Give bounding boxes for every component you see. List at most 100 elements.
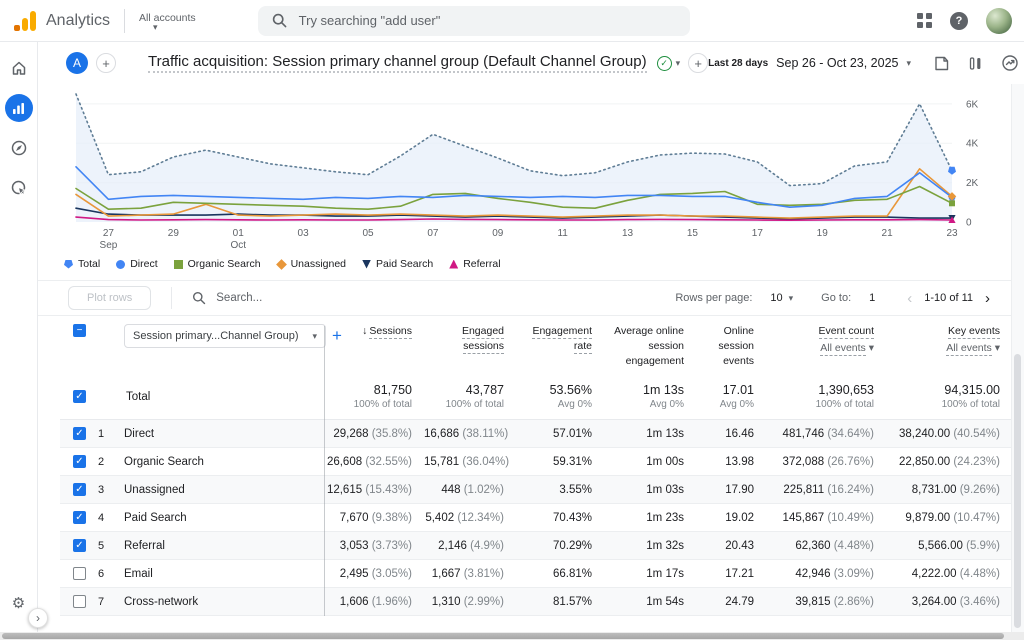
column-header-sessions[interactable]: ↓Sessions [324,324,424,339]
row-checkbox[interactable]: ✓ [73,455,86,468]
comparison-icon[interactable] [967,55,984,72]
column-header-engagement-rate[interactable]: Engagement rate [516,324,604,354]
metric-cell: 4,222.00 (4.48%) [886,568,1012,580]
legend-label: Paid Search [376,258,433,270]
legend-item-total[interactable]: Total [64,258,100,270]
line-chart[interactable]: 02K4K6K27Sep2901Oct030507091113151719212… [60,88,1012,254]
page-title[interactable]: Traffic acquisition: Session primary cha… [148,53,647,73]
row-rank: 1 [98,428,124,440]
prev-page-icon[interactable]: ‹ [903,290,916,307]
date-range-value[interactable]: Sep 26 - Oct 23, 2025 [776,56,898,70]
account-selector[interactable]: All accounts ▾ [139,12,196,30]
row-rank: 7 [98,596,124,608]
chevron-down-icon: ▾ [676,58,681,69]
svg-text:13: 13 [622,228,634,239]
legend-item-direct[interactable]: Direct [116,258,157,270]
report-avatar[interactable]: A [66,52,88,74]
row-checkbox[interactable] [73,567,86,580]
chevron-down-icon: ▾ [153,24,158,30]
chevron-down-icon[interactable]: ▾ [789,293,794,304]
metric-cell: 24.79 [696,596,766,608]
total-metric-cell: 53.56%Avg 0% [516,383,604,410]
metric-cell: 7,670 (9.38%) [324,512,424,524]
select-all-checkbox[interactable]: − [73,324,86,337]
help-icon[interactable]: ? [950,12,968,30]
events-filter-dropdown[interactable]: All events ▾ [886,341,1000,356]
legend-label: Total [78,258,100,270]
search-icon [192,291,206,305]
dimension-selector[interactable]: Session primary...Channel Group) ▾ [124,324,326,348]
events-filter-dropdown[interactable]: All events ▾ [766,341,874,356]
svg-text:Oct: Oct [230,240,246,251]
insights-icon[interactable] [1001,54,1019,72]
total-metric-cell: 1,390,653100% of total [766,383,886,410]
metric-cell: 1m 13s [604,428,696,440]
row-rank: 5 [98,540,124,552]
square-marker-icon [174,260,183,269]
svg-text:29: 29 [168,228,180,239]
metric-cell: 66.81% [516,568,604,580]
pagination-range: 1-10 of 11 [924,292,973,304]
rows-per-page-value[interactable]: 10 [770,292,782,304]
notes-icon[interactable] [933,55,950,72]
global-search-input[interactable]: Try searching "add user" [258,6,690,36]
metric-cell: 70.43% [516,512,604,524]
metric-cell: 38,240.00 (40.54%) [886,428,1012,440]
chevron-down-icon[interactable]: ▾ [906,58,911,69]
home-icon [10,59,28,77]
horizontal-scrollbar-thumb[interactable] [2,633,1004,639]
table-search-input[interactable]: Search... [192,291,675,305]
horizontal-scrollbar[interactable] [0,632,1024,640]
plot-rows-button[interactable]: Plot rows [68,286,151,310]
metric-cell: 26,608 (32.55%) [324,456,424,468]
row-checkbox[interactable]: ✓ [73,483,86,496]
metric-cell: 20.43 [696,540,766,552]
admin-settings-icon[interactable]: ⚙ [12,594,25,612]
row-checkbox[interactable]: ✓ [73,511,86,524]
legend-label: Referral [463,258,500,270]
apps-grid-icon[interactable] [917,13,932,28]
row-checkbox[interactable]: ✓ [73,427,86,440]
add-comparison-button[interactable]: + [96,53,116,73]
metric-cell: 1,606 (1.96%) [324,596,424,608]
total-metric-cell: 17.01Avg 0% [696,383,766,410]
svg-text:4K: 4K [966,139,979,150]
table-row-organic-search: ✓2Organic Search26,608 (32.55%)15,781 (3… [60,448,1024,476]
report-header: A + Traffic acquisition: Session primary… [38,42,1024,84]
legend-item-paid-search[interactable]: Paid Search [362,258,433,270]
next-page-icon[interactable]: › [981,290,994,307]
vertical-scrollbar[interactable] [1011,84,1024,632]
sidebar-item-explore[interactable] [5,134,33,162]
column-header-event-count[interactable]: Event countAll events ▾ [766,324,886,356]
divider [124,9,125,33]
add-report-button[interactable]: + [688,53,708,73]
svg-text:03: 03 [298,228,310,239]
sidebar-item-advertising[interactable] [5,174,33,202]
user-avatar[interactable] [986,8,1012,34]
svg-text:6K: 6K [966,99,979,110]
total-metric-cell: 43,787100% of total [424,383,516,410]
metric-cell: 1m 23s [604,512,696,524]
total-row-checkbox[interactable]: ✓ [73,390,86,403]
report-status-button[interactable]: ✓ ▾ [657,56,681,71]
sidebar-item-home[interactable] [5,54,33,82]
row-rank: 3 [98,484,124,496]
go-to-value[interactable]: 1 [869,292,875,304]
row-checkbox[interactable]: ✓ [73,539,86,552]
legend-item-referral[interactable]: Referral [449,258,500,270]
analytics-logo-icon[interactable] [14,11,36,31]
column-header-engaged-sessions[interactable]: Engaged sessions [424,324,516,354]
metric-cell: 59.31% [516,456,604,468]
svg-text:07: 07 [427,228,439,239]
legend-item-organic-search[interactable]: Organic Search [174,258,261,270]
legend-item-unassigned[interactable]: Unassigned [277,258,346,270]
row-checkbox[interactable] [73,595,86,608]
table-row-cross-network: 7Cross-network1,606 (1.96%)1,310 (2.99%)… [60,588,1024,616]
sidebar-item-reports[interactable] [5,94,33,122]
sidebar-expand-button[interactable]: › [28,608,48,628]
column-header-key-events[interactable]: Key eventsAll events ▾ [886,324,1012,356]
metric-cell: 8,731.00 (9.26%) [886,484,1012,496]
vertical-scrollbar-thumb[interactable] [1014,354,1021,628]
metric-cell: 16,686 (38.11%) [424,428,516,440]
metric-cell: 19.02 [696,512,766,524]
